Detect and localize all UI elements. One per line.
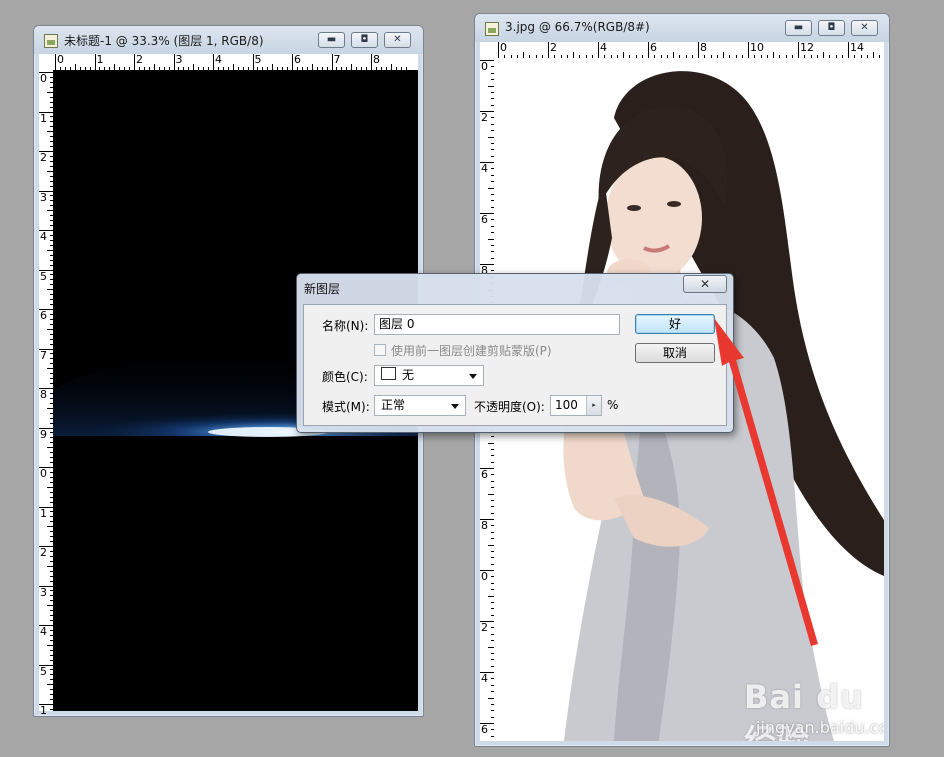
annotation-arrow xyxy=(714,318,818,646)
